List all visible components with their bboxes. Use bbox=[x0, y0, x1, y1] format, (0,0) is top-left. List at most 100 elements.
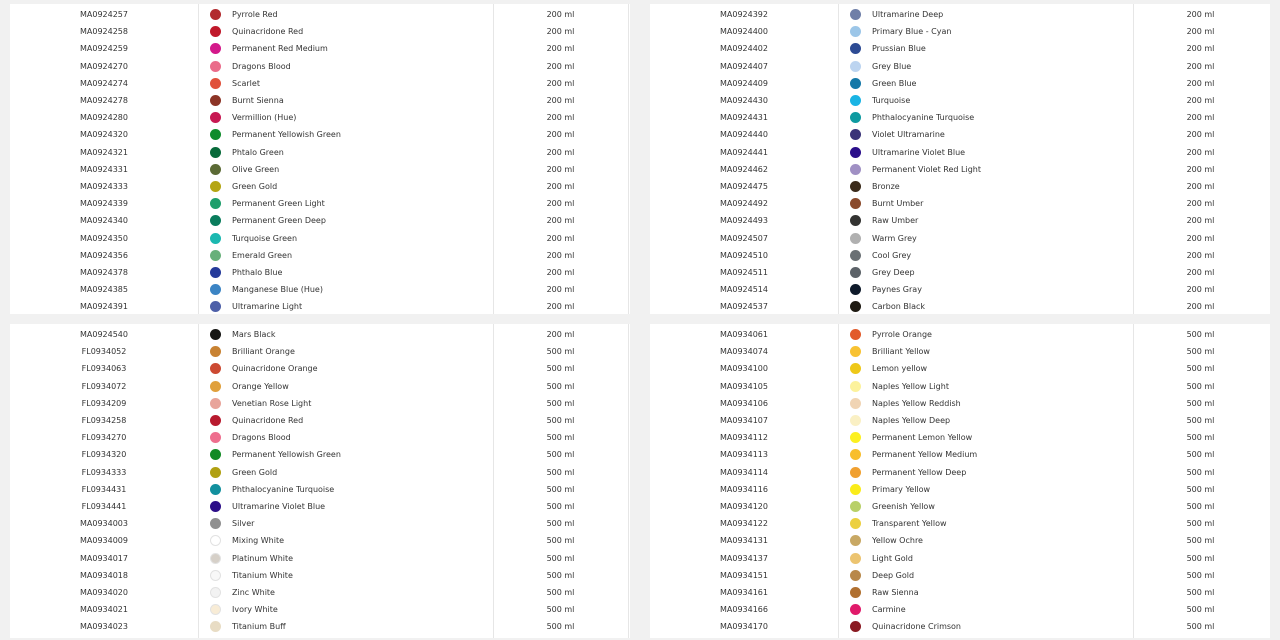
color-swatch bbox=[850, 552, 861, 564]
volume: 200 ml bbox=[546, 61, 575, 71]
color-name: Phtalo Green bbox=[232, 147, 284, 157]
color-name: Permanent Red Medium bbox=[232, 44, 328, 54]
volume: 500 ml bbox=[1186, 502, 1215, 511]
color-swatch bbox=[210, 9, 221, 20]
volume: 500 ml bbox=[1186, 484, 1215, 494]
table-row: FL0934072 Orange Yellow 500 ml bbox=[10, 378, 630, 395]
color-name: Yellow Ochre bbox=[872, 536, 923, 546]
color-name: Violet Ultramarine bbox=[872, 130, 945, 140]
volume: 200 ml bbox=[546, 330, 575, 339]
color-name: Primary Blue - Cyan bbox=[872, 27, 952, 37]
volume: 200 ml bbox=[1186, 147, 1215, 157]
table-row: MA0934122 Transparent Yellow 500 ml bbox=[650, 515, 1270, 532]
product-code: MA0924409 bbox=[719, 78, 768, 88]
color-name: Dragons Blood bbox=[232, 433, 291, 443]
volume: 200 ml bbox=[1186, 164, 1215, 174]
color-swatch bbox=[850, 198, 861, 210]
color-swatch bbox=[210, 284, 221, 296]
volume: 500 ml bbox=[546, 502, 575, 511]
volume: 500 ml bbox=[546, 519, 575, 529]
table-row: MA0934100 Lemon yellow 500 ml bbox=[650, 360, 1270, 377]
product-code: MA0934061 bbox=[719, 330, 768, 339]
color-swatch bbox=[210, 77, 221, 89]
table-row: MA0934009 Mixing White 500 ml bbox=[10, 532, 630, 549]
product-code: MA0924378 bbox=[79, 268, 128, 277]
table-row: MA0934112 Permanent Lemon Yellow 500 ml bbox=[650, 429, 1270, 446]
volume: 200 ml bbox=[546, 96, 575, 105]
color-swatch bbox=[850, 329, 861, 340]
table-row: MA0934105 Naples Yellow Light 500 ml bbox=[650, 378, 1270, 395]
volume: 500 ml bbox=[546, 622, 575, 632]
color-swatch bbox=[850, 380, 861, 392]
color-name: Ultramarine Deep bbox=[872, 10, 944, 19]
color-name: Silver bbox=[232, 519, 255, 529]
volume: 200 ml bbox=[1186, 233, 1215, 243]
color-name: Scarlet bbox=[232, 78, 260, 88]
table-row: MA0934151 Deep Gold 500 ml bbox=[650, 567, 1270, 584]
color-name: Quinacridone Red bbox=[232, 416, 304, 425]
color-name: Permanent Lemon Yellow bbox=[872, 433, 973, 443]
color-swatch bbox=[210, 380, 221, 392]
table-row: MA0924280 Vermillion (Hue) 200 ml bbox=[10, 109, 630, 126]
table-row: MA0924511 Grey Deep 200 ml bbox=[650, 264, 1270, 281]
color-name: Raw Sienna bbox=[872, 588, 919, 597]
product-code: MA0924259 bbox=[79, 44, 128, 54]
volume: 500 ml bbox=[1186, 347, 1215, 357]
color-swatch bbox=[210, 449, 221, 461]
volume: 200 ml bbox=[546, 10, 575, 19]
table-row: MA0924270 Dragons Blood 200 ml bbox=[10, 58, 630, 75]
product-code: MA0934020 bbox=[79, 588, 128, 597]
table-row: FL0934270 Dragons Blood 500 ml bbox=[10, 429, 630, 446]
volume: 500 ml bbox=[546, 450, 575, 460]
color-name: Permanent Yellowish Green bbox=[232, 450, 341, 460]
volume: 200 ml bbox=[546, 268, 575, 277]
color-name: Brilliant Yellow bbox=[872, 347, 930, 357]
volume: 200 ml bbox=[546, 130, 575, 140]
table-row: MA0924402 Prussian Blue 200 ml bbox=[650, 40, 1270, 57]
table-row: MA0934131 Yellow Ochre 500 ml bbox=[650, 532, 1270, 549]
product-code: MA0924274 bbox=[79, 78, 128, 88]
color-table-panel-1: MA0924257 Pyrrole Red 200 ml MA0924258 Quina… bbox=[10, 4, 630, 314]
color-name: Permanent Green Light bbox=[232, 199, 325, 209]
volume: 500 ml bbox=[1186, 381, 1215, 391]
color-swatch bbox=[210, 26, 221, 38]
color-swatch bbox=[850, 569, 861, 581]
color-name: Primary Yellow bbox=[872, 484, 931, 494]
product-code: MA0934003 bbox=[79, 519, 128, 529]
color-swatch bbox=[210, 397, 221, 409]
color-table-panel-2: MA0924392 Ultramarine Deep 200 ml MA0924400… bbox=[650, 4, 1270, 314]
color-name: Platinum White bbox=[232, 553, 294, 563]
table-row: MA0924391 Ultramarine Light 200 ml bbox=[10, 298, 630, 315]
volume: 200 ml bbox=[1186, 182, 1215, 191]
color-swatch bbox=[210, 146, 221, 158]
product-code: MA0924441 bbox=[719, 147, 768, 157]
color-name: Quinacridone Crimson bbox=[872, 622, 962, 632]
color-name: Orange Yellow bbox=[232, 381, 289, 391]
product-code: MA0934018 bbox=[79, 570, 128, 580]
product-code: MA0924356 bbox=[79, 250, 128, 260]
color-swatch bbox=[210, 518, 221, 530]
volume: 200 ml bbox=[1186, 130, 1215, 140]
table-row: FL0934052 Brilliant Orange 500 ml bbox=[10, 343, 630, 360]
table-row: MA0924441 Ultramarine Violet Blue 200 ml bbox=[650, 144, 1270, 161]
volume: 200 ml bbox=[546, 250, 575, 260]
color-name: Zinc White bbox=[232, 588, 275, 597]
table-row: MA0924540 Mars Black 200 ml bbox=[10, 326, 630, 343]
color-swatch bbox=[210, 587, 221, 598]
product-code: FL0934320 bbox=[81, 450, 127, 460]
table-row: MA0924331 Olive Green 200 ml bbox=[10, 161, 630, 178]
product-code: MA0924340 bbox=[79, 216, 128, 226]
volume: 500 ml bbox=[1186, 622, 1215, 632]
color-swatch bbox=[210, 181, 221, 192]
volume: 500 ml bbox=[1186, 588, 1215, 597]
color-swatch bbox=[210, 129, 221, 141]
product-code: MA0924493 bbox=[719, 216, 768, 226]
volume: 500 ml bbox=[546, 416, 575, 425]
product-code: MA0924510 bbox=[719, 250, 768, 260]
color-swatch bbox=[210, 501, 221, 512]
color-swatch bbox=[850, 501, 861, 512]
color-swatch bbox=[850, 301, 861, 313]
table-row: MA0934021 Ivory White 500 ml bbox=[10, 601, 630, 618]
volume: 500 ml bbox=[1186, 519, 1215, 529]
color-swatch bbox=[850, 449, 861, 461]
